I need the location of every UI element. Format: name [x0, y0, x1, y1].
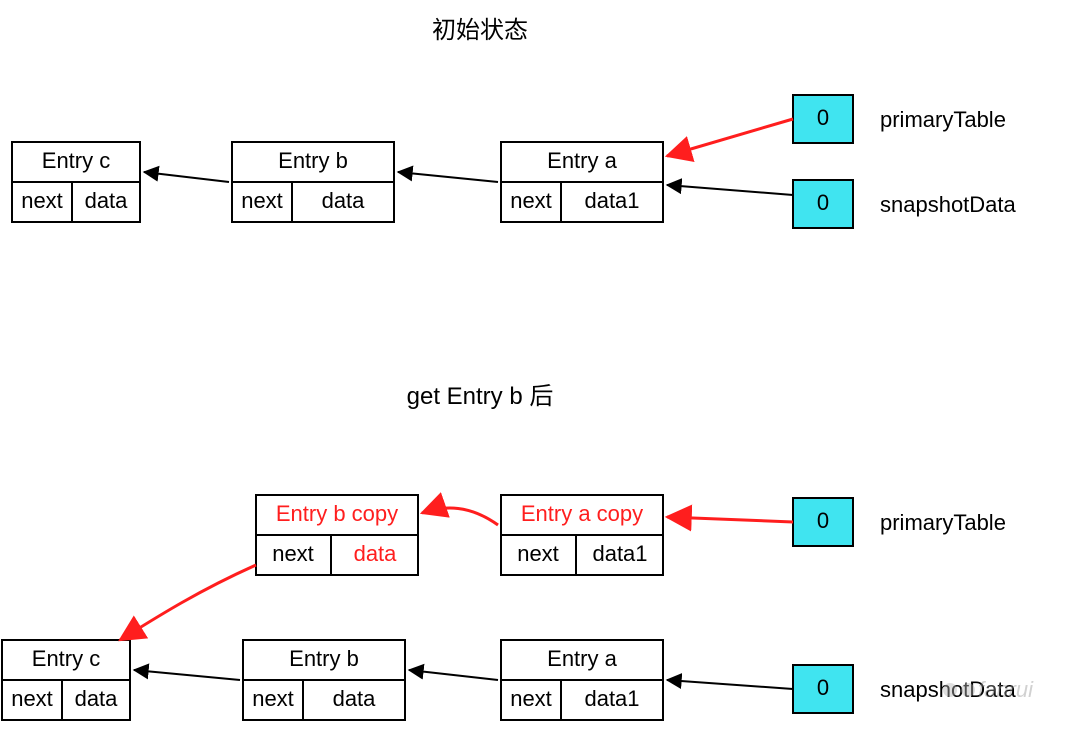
entry-a-copy-title: Entry a copy	[521, 501, 643, 526]
entry-c-bottom: Entry c next data	[2, 640, 130, 720]
arrow-a-to-b-bottom	[409, 670, 498, 680]
entry-c-top: Entry c next data	[12, 142, 140, 222]
arrow-a-to-b-top	[398, 172, 498, 182]
arrow-primary-to-acopy	[667, 517, 793, 522]
entry-a-copy: Entry a copy next data1	[501, 495, 663, 575]
entry-c-title-top: Entry c	[42, 148, 110, 173]
entry-b-data-bottom: data	[333, 686, 377, 711]
snapshot-data-label-top: snapshotData	[880, 192, 1017, 217]
entry-b-top: Entry b next data	[232, 142, 394, 222]
arrow-bcopy-to-c	[120, 565, 256, 640]
arrow-b-to-c-bottom	[134, 670, 240, 680]
snapshot-slot-bottom-value: 0	[817, 675, 829, 700]
primary-slot-bottom-value: 0	[817, 508, 829, 533]
arrow-acopy-to-bcopy	[422, 508, 498, 525]
entry-b-copy-data: data	[354, 541, 398, 566]
entry-b-copy: Entry b copy next data	[256, 495, 418, 575]
arrow-b-to-c-top	[144, 172, 229, 182]
primary-table-label-top: primaryTable	[880, 107, 1006, 132]
title-initial: 初始状态	[432, 17, 528, 44]
snapshot-slot-top-value: 0	[817, 190, 829, 215]
entry-a-data-top: data1	[584, 188, 639, 213]
entry-c-title-bottom: Entry c	[32, 646, 100, 671]
entry-a-data-bottom: data1	[584, 686, 639, 711]
entry-c-next-top: next	[21, 188, 63, 213]
entry-b-data-top: data	[322, 188, 366, 213]
entry-a-next-top: next	[510, 188, 552, 213]
entry-a-copy-next: next	[517, 541, 559, 566]
watermark-text: fanrui	[978, 677, 1034, 702]
entry-a-top: Entry a next data1	[501, 142, 663, 222]
entry-b-bottom: Entry b next data	[243, 640, 405, 720]
entry-a-next-bottom: next	[510, 686, 552, 711]
arrow-snapshot-to-a-top	[667, 185, 793, 195]
primary-table-label-bottom: primaryTable	[880, 510, 1006, 535]
entry-a-copy-data: data1	[592, 541, 647, 566]
entry-b-copy-title: Entry b copy	[276, 501, 398, 526]
arrow-primary-to-a-top	[667, 119, 793, 156]
entry-c-data-bottom: data	[75, 686, 119, 711]
diagram-canvas: 初始状态 0 primaryTable 0 snapshotData Entry…	[0, 0, 1080, 746]
entry-b-title-top: Entry b	[278, 148, 348, 173]
entry-b-title-bottom: Entry b	[289, 646, 359, 671]
entry-c-data-top: data	[85, 188, 129, 213]
entry-a-title-top: Entry a	[547, 148, 617, 173]
entry-a-title-bottom: Entry a	[547, 646, 617, 671]
primary-slot-top-value: 0	[817, 105, 829, 130]
arrow-snapshot-to-a-bottom	[667, 680, 793, 689]
entry-b-next-bottom: next	[252, 686, 294, 711]
entry-c-next-bottom: next	[11, 686, 53, 711]
title-after-get: get Entry b 后	[407, 383, 554, 410]
entry-b-next-top: next	[241, 188, 283, 213]
entry-b-copy-next: next	[272, 541, 314, 566]
entry-a-bottom: Entry a next data1	[501, 640, 663, 720]
